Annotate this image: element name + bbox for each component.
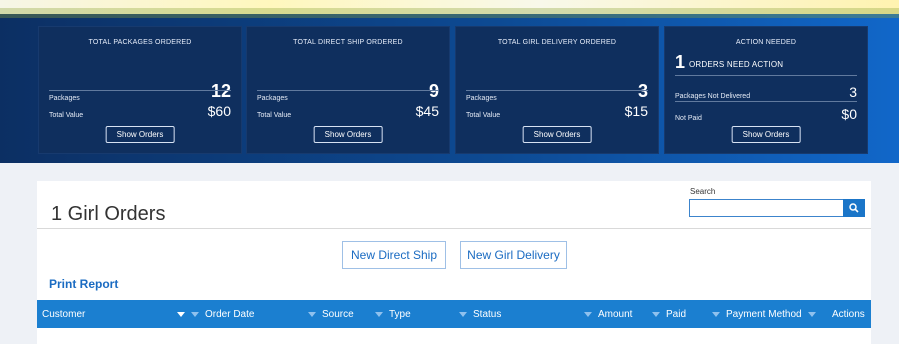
value-label: Total Value — [49, 112, 84, 119]
column-label: Order Date — [205, 308, 255, 320]
search-button[interactable] — [843, 199, 865, 217]
value-label: Total Value — [257, 112, 292, 119]
divider — [257, 90, 439, 91]
show-orders-button[interactable]: Show Orders — [105, 126, 175, 143]
card-title: TOTAL DIRECT SHIP ORDERED — [293, 39, 403, 46]
card-title: TOTAL PACKAGES ORDERED — [88, 39, 192, 46]
customer-column-controls[interactable]: Order Date — [173, 300, 254, 328]
not-delivered-row: Packages Not Delivered 3 — [675, 78, 857, 100]
column-header-amount[interactable]: Amount — [578, 300, 632, 328]
summary-banner: TOTAL PACKAGES ORDERED Packages 12 Total… — [0, 0, 899, 163]
value-row: Total Value $45 — [257, 97, 439, 119]
orders-panel: 1 Girl Orders Search New Direct Ship New… — [37, 181, 871, 344]
action-count: 1 — [675, 52, 686, 72]
not-delivered-label: Packages Not Delivered — [675, 93, 751, 100]
action-count-text: ORDERS NEED ACTION — [689, 60, 784, 69]
divider — [675, 75, 857, 76]
filter-icon[interactable] — [459, 311, 467, 317]
orders-table-body — [37, 328, 871, 344]
column-label: Actions — [832, 308, 865, 320]
filter-icon[interactable] — [807, 311, 816, 317]
divider — [49, 90, 231, 91]
filter-icon[interactable] — [191, 311, 199, 317]
not-paid-value: $0 — [841, 106, 857, 122]
column-header-paid[interactable]: Paid — [646, 300, 686, 328]
page-title: 1 Girl Orders — [51, 203, 166, 225]
value-row: Total Value $60 — [49, 97, 231, 119]
card-total-packages: TOTAL PACKAGES ORDERED Packages 12 Total… — [38, 26, 242, 154]
column-label: Amount — [598, 308, 633, 320]
column-header-type[interactable]: Type — [369, 300, 411, 328]
show-orders-button[interactable]: Show Orders — [313, 126, 383, 143]
show-orders-button[interactable]: Show Orders — [731, 126, 801, 143]
column-label: Customer — [42, 308, 86, 320]
value-amount: $45 — [415, 103, 439, 119]
column-label: Paid — [666, 308, 687, 320]
sort-desc-icon[interactable] — [177, 311, 185, 317]
column-header-status[interactable]: Status — [453, 300, 501, 328]
card-direct-ship: TOTAL DIRECT SHIP ORDERED Packages 9 Tot… — [246, 26, 450, 154]
title-divider — [37, 228, 871, 229]
value-row: Total Value $15 — [466, 97, 648, 119]
column-header-payment-method[interactable]: Payment Method — [706, 300, 822, 328]
card-title: ACTION NEEDED — [735, 39, 797, 46]
not-paid-label: Not Paid — [675, 115, 702, 122]
divider — [466, 90, 648, 91]
column-label: Source — [322, 308, 354, 320]
search-icon — [849, 203, 859, 213]
value-label: Total Value — [466, 112, 501, 119]
not-delivered-value: 3 — [849, 84, 857, 100]
print-report-link[interactable]: Print Report — [49, 277, 118, 291]
column-header-customer[interactable]: Customer — [42, 300, 85, 328]
column-header-actions: Actions — [832, 300, 865, 328]
top-strip-shadow — [0, 8, 899, 18]
column-label: Status — [473, 308, 502, 320]
not-paid-row: Not Paid $0 — [675, 100, 857, 122]
card-girl-delivery: TOTAL GIRL DELIVERY ORDERED Packages 3 T… — [455, 26, 659, 154]
filter-icon[interactable] — [652, 311, 660, 317]
new-girl-delivery-button[interactable]: New Girl Delivery — [460, 241, 567, 269]
orders-table-header: Customer Order Date Source Type Status A… — [37, 300, 871, 328]
value-amount: $60 — [207, 103, 231, 119]
new-direct-ship-button[interactable]: New Direct Ship — [342, 241, 446, 269]
card-title: TOTAL GIRL DELIVERY ORDERED — [497, 39, 617, 46]
value-amount: $15 — [624, 103, 648, 119]
show-orders-button[interactable]: Show Orders — [522, 126, 592, 143]
column-header-source[interactable]: Source — [302, 300, 354, 328]
filter-icon[interactable] — [375, 311, 383, 317]
filter-icon[interactable] — [308, 311, 316, 317]
filter-icon[interactable] — [584, 311, 592, 317]
search-input[interactable] — [689, 199, 845, 217]
column-label: Type — [389, 308, 411, 320]
column-label: Payment Method — [726, 308, 802, 320]
card-action-needed: ACTION NEEDED 1 ORDERS NEED ACTION Packa… — [664, 26, 868, 154]
filter-icon[interactable] — [712, 311, 720, 317]
search-label: Search — [690, 187, 716, 196]
